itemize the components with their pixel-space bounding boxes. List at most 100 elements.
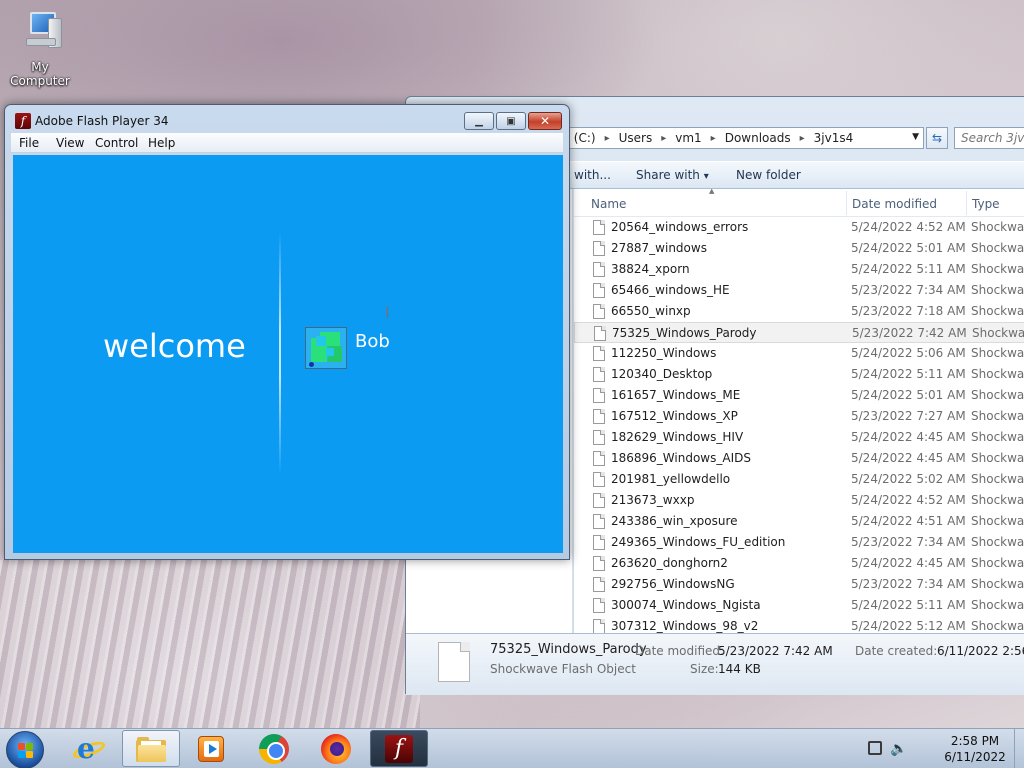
file-type: Shockwave <box>971 472 1024 486</box>
menu-file[interactable]: File <box>19 136 39 150</box>
file-icon <box>593 472 605 487</box>
windows-logo-icon <box>18 743 34 759</box>
file-row[interactable]: 307312_Windows_98_v2 5/24/2022 5:12 AM Sho… <box>574 616 1024 633</box>
close-button[interactable]: ✕ <box>528 112 562 130</box>
file-row[interactable]: 167512_Windows_XP 5/23/2022 7:27 AM Shockw… <box>574 406 1024 427</box>
file-row[interactable]: 182629_Windows_HIV 5/24/2022 4:45 AM Shock… <box>574 427 1024 448</box>
file-name: 186896_Windows_AIDS <box>611 451 751 465</box>
search-input[interactable]: Search 3jv1s4 <box>954 127 1024 149</box>
file-list: Name ▲ Date modified Type 20564_windows_… <box>574 189 1024 633</box>
taskbar-media-player[interactable] <box>182 730 240 767</box>
file-row[interactable]: 65466_windows_HE 5/23/2022 7:34 AM Shockwa… <box>574 280 1024 301</box>
open-with-button[interactable]: with... <box>574 168 611 182</box>
file-row[interactable]: 161657_Windows_ME 5/24/2022 5:01 AM Shockw… <box>574 385 1024 406</box>
file-name: 65466_windows_HE <box>611 283 730 297</box>
file-date: 5/24/2022 4:52 AM <box>851 493 966 507</box>
file-type: Shockwave <box>971 619 1024 633</box>
file-row[interactable]: 120340_Desktop 5/24/2022 5:11 AM Shockwave <box>574 364 1024 385</box>
file-row[interactable]: 186896_Windows_AIDS 5/24/2022 4:45 AM Shoc… <box>574 448 1024 469</box>
file-row[interactable]: 213673_wxxp 5/24/2022 4:52 AM Shockwave <box>574 490 1024 511</box>
taskbar-windows-explorer[interactable] <box>122 730 180 767</box>
menu-bar: File View Control Help <box>11 133 563 153</box>
column-header-date[interactable]: Date modified <box>852 197 937 211</box>
file-name: 161657_Windows_ME <box>611 388 741 402</box>
clock[interactable]: 2:58 PM 6/11/2022 <box>930 733 1020 765</box>
breadcrumb-downloads[interactable]: Downloads <box>725 131 791 145</box>
taskbar-chrome[interactable] <box>245 730 303 767</box>
file-row[interactable]: 27887_windows 5/24/2022 5:01 AM Shockwave <box>574 238 1024 259</box>
file-row[interactable]: 292756_WindowsNG 5/23/2022 7:34 AM Shockwa… <box>574 574 1024 595</box>
file-type: Shockwave <box>971 577 1024 591</box>
menu-view[interactable]: View <box>56 136 84 150</box>
text-cursor-icon: I <box>385 303 390 322</box>
file-row[interactable]: 66550_winxp 5/23/2022 7:18 AM Shockwave <box>574 301 1024 322</box>
file-name: 249365_Windows_FU_edition <box>611 535 786 549</box>
file-type: Shockwave <box>971 262 1024 276</box>
file-row[interactable]: 112250_Windows 5/24/2022 5:06 AM Shockwave <box>574 343 1024 364</box>
file-name: 182629_Windows_HIV <box>611 430 744 444</box>
taskbar-firefox[interactable] <box>307 730 365 767</box>
column-headers: Name ▲ Date modified Type <box>574 189 1024 217</box>
start-button[interactable] <box>6 731 44 768</box>
flash-stage[interactable]: welcome Bob I <box>13 155 563 553</box>
file-row[interactable]: 243386_win_xposure 5/24/2022 4:51 AM Shock… <box>574 511 1024 532</box>
my-computer-icon <box>18 8 62 56</box>
file-name: 27887_windows <box>611 241 707 255</box>
user-avatar[interactable] <box>305 327 347 369</box>
breadcrumb-current-folder[interactable]: 3jv1s4 <box>814 131 854 145</box>
column-divider[interactable] <box>966 191 967 215</box>
flash-player-icon: f <box>385 734 413 763</box>
file-row[interactable]: 263620_donghorn2 5/24/2022 4:45 AM Shockwa… <box>574 553 1024 574</box>
desktop-icon-my-computer[interactable]: My Computer <box>2 8 78 88</box>
file-row[interactable]: 38824_xporn 5/24/2022 5:11 AM Shockwave <box>574 259 1024 280</box>
breadcrumb-separator-icon[interactable]: ▸ <box>800 133 805 144</box>
volume-icon[interactable]: 🔈 <box>890 741 907 757</box>
file-type: Shockwave <box>971 535 1024 549</box>
file-row[interactable]: 300074_Windows_Ngista 5/24/2022 5:11 AM Sh… <box>574 595 1024 616</box>
new-folder-button[interactable]: New folder <box>736 168 801 182</box>
menu-help[interactable]: Help <box>148 136 175 150</box>
menu-control[interactable]: Control <box>95 136 138 150</box>
file-name: 213673_wxxp <box>611 493 695 507</box>
file-row-selected[interactable]: 75325_Windows_Parody 5/23/2022 7:42 AM Sho… <box>574 322 1024 343</box>
file-name: 307312_Windows_98_v2 <box>611 619 759 633</box>
show-desktop-button[interactable] <box>1014 729 1024 768</box>
file-name: 75325_Windows_Parody <box>612 326 757 340</box>
minimize-button[interactable]: ▁ <box>464 112 494 130</box>
address-bar[interactable]: k (C:) ▸ Users ▸ vm1 ▸ Downloads ▸ 3jv1s… <box>556 127 924 149</box>
breadcrumb-separator-icon[interactable]: ▸ <box>605 133 610 144</box>
breadcrumb-users[interactable]: Users <box>619 131 653 145</box>
file-icon <box>593 241 605 256</box>
file-row[interactable]: 249365_Windows_FU_edition 5/23/2022 7:34 … <box>574 532 1024 553</box>
breadcrumb-separator-icon[interactable]: ▸ <box>661 133 666 144</box>
file-icon <box>593 514 605 529</box>
taskbar-internet-explorer[interactable]: e <box>60 730 118 767</box>
column-header-type[interactable]: Type <box>972 197 1000 211</box>
breadcrumb-vm1[interactable]: vm1 <box>675 131 701 145</box>
refresh-button[interactable]: ⇆ <box>926 127 948 149</box>
maximize-button[interactable]: ▣ <box>496 112 526 130</box>
username-label[interactable]: Bob <box>355 331 390 352</box>
address-dropdown-icon[interactable]: ▼ <box>912 132 919 142</box>
share-with-button[interactable]: Share with ▾ <box>636 168 709 182</box>
details-modified-label: Date modified: <box>635 644 725 658</box>
breadcrumb-separator-icon[interactable]: ▸ <box>711 133 716 144</box>
file-type: Shockwave <box>971 220 1024 234</box>
file-date: 5/24/2022 5:11 AM <box>851 367 966 381</box>
column-divider[interactable] <box>846 191 847 215</box>
file-row[interactable]: 201981_yellowdello 5/24/2022 5:02 AM Shock… <box>574 469 1024 490</box>
taskbar-flash-player[interactable]: f <box>370 730 428 767</box>
file-date: 5/24/2022 5:02 AM <box>851 472 966 486</box>
file-date: 5/23/2022 7:27 AM <box>851 409 966 423</box>
file-date: 5/24/2022 4:45 AM <box>851 451 966 465</box>
details-size-value: 144 KB <box>718 662 761 676</box>
column-header-name[interactable]: Name <box>591 197 626 211</box>
internet-explorer-icon: e <box>70 733 108 764</box>
file-icon <box>593 493 605 508</box>
file-row[interactable]: 20564_windows_errors 5/24/2022 4:52 AM Sho… <box>574 217 1024 238</box>
file-name: 167512_Windows_XP <box>611 409 738 423</box>
network-icon[interactable] <box>868 741 882 755</box>
maximize-icon: ▣ <box>506 115 516 127</box>
file-type: Shockwave <box>971 493 1024 507</box>
file-icon <box>593 346 605 361</box>
